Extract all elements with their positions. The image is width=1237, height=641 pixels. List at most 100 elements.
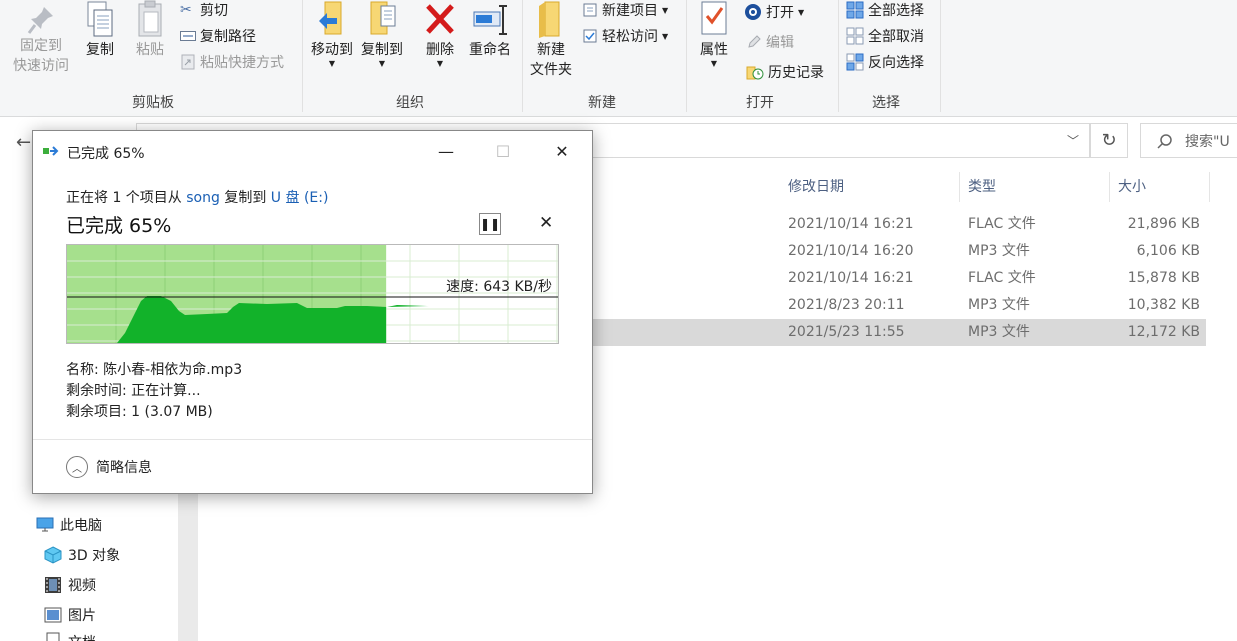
film-icon (45, 577, 61, 593)
new-folder-button[interactable]: 新建 文件夹 (526, 0, 576, 80)
open-media-icon (745, 4, 761, 20)
picture-icon (44, 607, 62, 623)
close-button[interactable]: ✕ (539, 137, 585, 165)
new-item-button[interactable]: 新建项目 ▼ (582, 0, 668, 20)
group-label-new: 新建 (588, 95, 616, 111)
new-folder-icon (539, 1, 560, 38)
chevron-up-icon: ︿ (66, 456, 88, 478)
edit-icon (748, 35, 761, 48)
progress-percent-text: 已完成 65% (66, 215, 172, 237)
new-item-icon (583, 3, 597, 17)
group-separator (838, 0, 839, 112)
open-label: 打开 (766, 5, 794, 21)
minimize-button[interactable]: — (423, 137, 469, 165)
nav-label-3d-objects: 3D 对象 (68, 548, 121, 564)
file-name-line: 名称: 陈小春-相依为命.mp3 (66, 362, 243, 378)
move-to-label: 移动到 (311, 42, 353, 58)
new-item-label: 新建项目 (602, 3, 658, 19)
nav-label-videos: 视频 (68, 578, 96, 594)
chevron-down-icon[interactable]: ﹀ (1067, 132, 1079, 149)
copy-mid: 复制到 (219, 190, 271, 206)
copy-path-button[interactable]: 复制路径 (180, 26, 256, 46)
group-separator (522, 0, 523, 112)
nav-item-this-pc[interactable]: 此电脑 (36, 515, 102, 535)
dropdown-arrow-icon: ▼ (378, 59, 386, 68)
pin-quick-access-button[interactable]: 固定到 快速访问 (10, 4, 72, 76)
back-arrow-icon[interactable]: ← (16, 132, 31, 153)
search-placeholder: 搜索"U (1185, 133, 1230, 150)
properties-icon (701, 1, 727, 35)
nav-item-documents[interactable]: 文档 (44, 632, 96, 641)
dropdown-arrow-icon: ▼ (710, 59, 718, 68)
cut-button[interactable]: ✂ 剪切 (180, 0, 228, 20)
dialog-titlebar[interactable]: 已完成 65% — ☐ ✕ (33, 131, 592, 171)
speed-label: 速度: 643 KB/秒 (446, 279, 552, 295)
nav-item-pictures[interactable]: 图片 (44, 605, 96, 625)
paste-icon (138, 0, 162, 37)
paste-shortcut-button[interactable]: 粘贴快捷方式 (180, 52, 284, 72)
time-remaining-line: 剩余时间: 正在计算... (66, 383, 201, 399)
computer-icon (36, 517, 54, 532)
open-button[interactable]: 打开 ▼ (744, 2, 804, 22)
history-button[interactable]: 历史记录 (746, 62, 824, 82)
group-separator (940, 0, 941, 112)
group-label-clipboard: 剪贴板 (132, 95, 174, 111)
copy-to-button[interactable]: 复制到 ▼ (358, 0, 406, 68)
dropdown-arrow-icon: ▼ (328, 59, 336, 68)
select-all-icon (846, 1, 864, 19)
column-header-type[interactable]: 类型 (960, 172, 1110, 202)
refresh-button[interactable]: ↻ (1090, 123, 1128, 158)
history-icon (746, 66, 764, 80)
move-to-icon (319, 1, 342, 35)
new-folder-label-2: 文件夹 (530, 62, 572, 78)
column-header-size[interactable]: 大小 (1110, 172, 1210, 202)
nav-label-documents: 文档 (68, 632, 96, 641)
copy-to-label: 复制到 (361, 42, 403, 58)
move-to-button[interactable]: 移动到 ▼ (308, 0, 356, 68)
nav-item-videos[interactable]: 视频 (44, 575, 96, 595)
pause-button[interactable]: ❚❚ (479, 213, 501, 235)
source-folder-link[interactable]: song (186, 190, 220, 206)
rename-button[interactable]: 重命名 (464, 0, 516, 60)
invert-selection-button[interactable]: 反向选择 (846, 52, 924, 72)
file-type: MP3 文件 (968, 243, 1030, 259)
properties-button[interactable]: 属性 ▼ (694, 0, 734, 68)
refresh-icon: ↻ (1101, 130, 1117, 151)
copy-progress-icon (43, 146, 59, 156)
less-details-toggle[interactable]: ︿ 简略信息 (66, 456, 152, 478)
history-label: 历史记录 (768, 65, 824, 81)
maximize-icon: ☐ (495, 141, 511, 161)
column-header-modified[interactable]: 修改日期 (780, 172, 960, 202)
delete-button[interactable]: 删除 ▼ (418, 0, 462, 68)
select-none-button[interactable]: 全部取消 (846, 26, 924, 46)
select-all-button[interactable]: 全部选择 (846, 0, 924, 20)
pin-label-1: 固定到 (20, 38, 62, 54)
destination-link[interactable]: U 盘 (E:) (271, 190, 329, 206)
search-input[interactable]: 搜索"U (1140, 123, 1237, 158)
easy-access-button[interactable]: 轻松访问 ▼ (582, 26, 668, 46)
copy-prefix: 正在将 1 个项目从 (66, 190, 187, 206)
cancel-copy-button[interactable]: ✕ (539, 213, 553, 233)
paste-button[interactable]: 粘贴 (128, 0, 172, 60)
file-date: 2021/5/23 11:55 (788, 324, 905, 340)
group-label-open: 打开 (746, 95, 774, 111)
close-icon: ✕ (555, 141, 569, 161)
edit-button[interactable]: 编辑 (746, 32, 794, 52)
copy-button[interactable]: 复制 (78, 0, 122, 60)
dialog-title: 已完成 65% (67, 146, 145, 162)
copy-description: 正在将 1 个项目从 song 复制到 U 盘 (E:) (66, 187, 328, 207)
pause-icon: ❚❚ (479, 217, 501, 231)
nav-item-3d-objects[interactable]: 3D 对象 (44, 545, 120, 565)
group-separator (302, 0, 303, 112)
dropdown-arrow-icon: ▼ (798, 7, 805, 17)
file-type: MP3 文件 (968, 324, 1030, 340)
nav-label-pictures: 图片 (68, 608, 96, 624)
delete-x-icon (426, 4, 454, 34)
select-all-label: 全部选择 (868, 3, 924, 19)
file-date: 2021/10/14 16:20 (788, 243, 914, 259)
rename-icon (473, 5, 507, 35)
cancel-icon: ✕ (539, 213, 554, 233)
maximize-button[interactable]: ☐ (480, 137, 526, 165)
copy-path-label: 复制路径 (200, 29, 256, 45)
paste-shortcut-icon (181, 54, 195, 70)
